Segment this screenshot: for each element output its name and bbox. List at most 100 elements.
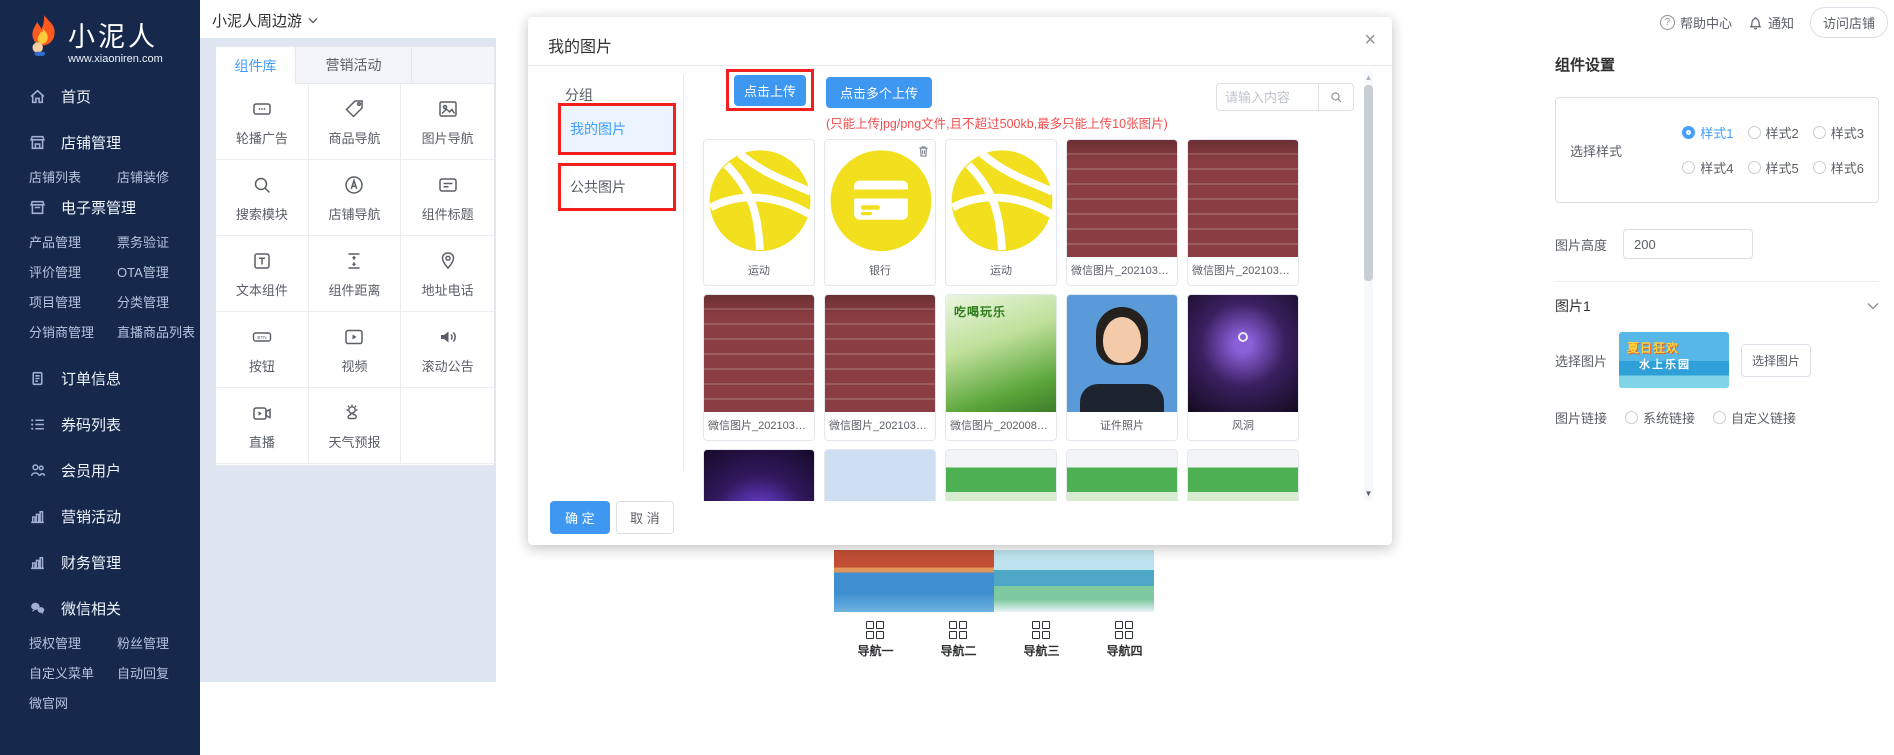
sidebar-subitem[interactable]: 分销商管理 bbox=[29, 322, 117, 341]
cancel-button[interactable]: 取 消 bbox=[616, 501, 674, 534]
delete-icon[interactable] bbox=[916, 144, 931, 159]
pick-image-button[interactable]: 选择图片 bbox=[1741, 343, 1812, 377]
radio-custom-link[interactable]: 自定义链接 bbox=[1713, 408, 1796, 427]
sidebar-subitem[interactable]: 票务验证 bbox=[117, 232, 200, 251]
sidebar-subitem[interactable]: 产品管理 bbox=[29, 232, 117, 251]
component-product-nav[interactable]: 商品导航 bbox=[308, 84, 402, 160]
multi-upload-button[interactable]: 点击多个上传 bbox=[826, 77, 933, 108]
radio-style-4[interactable]: 样式4 bbox=[1682, 158, 1734, 177]
image-thumb-light-show bbox=[704, 450, 814, 501]
tab-marketing-activity[interactable]: 营销活动 bbox=[296, 47, 412, 84]
image-card[interactable] bbox=[945, 449, 1057, 501]
radio-style-5[interactable]: 样式5 bbox=[1747, 158, 1799, 177]
group-item-my-images[interactable]: 我的图片 bbox=[558, 103, 676, 155]
sidebar-item-coupons[interactable]: 券码列表 bbox=[0, 409, 200, 439]
radio-style-2[interactable]: 样式2 bbox=[1747, 123, 1799, 142]
image-card[interactable]: 微信图片_2021030... bbox=[824, 294, 936, 441]
search-input[interactable] bbox=[1216, 83, 1318, 111]
chevron-down-icon[interactable] bbox=[1867, 302, 1879, 310]
image-card[interactable]: 吃喝玩乐 微信图片_2020082... bbox=[945, 294, 1057, 441]
sidebar-item-finance[interactable]: 财务管理 bbox=[0, 547, 200, 577]
image-card[interactable]: 风洞 bbox=[1187, 294, 1299, 441]
image-1-section-header[interactable]: 图片1 bbox=[1555, 296, 1879, 316]
component-video[interactable]: 视频 bbox=[308, 312, 402, 388]
sidebar-item-shop[interactable]: 店铺管理 bbox=[0, 127, 200, 157]
component-address-phone[interactable]: 地址电话 bbox=[401, 236, 494, 312]
sidebar-subitem[interactable]: 授权管理 bbox=[29, 633, 117, 652]
image-card[interactable]: 微信图片_2021030... bbox=[1187, 139, 1299, 286]
image-card[interactable]: 微信图片_2021030... bbox=[1066, 139, 1178, 286]
preview-photo-waterpark[interactable] bbox=[834, 550, 994, 612]
component-scrolling-notice[interactable]: 滚动公告 bbox=[401, 312, 494, 388]
sidebar-subitem[interactable]: OTA管理 bbox=[117, 262, 200, 281]
sidebar-item-marketing[interactable]: 营销活动 bbox=[0, 501, 200, 531]
component-shop-nav[interactable]: 店铺导航 bbox=[308, 160, 402, 236]
sidebar-item-orders[interactable]: 订单信息 bbox=[0, 363, 200, 393]
group-item-public-images[interactable]: 公共图片 bbox=[558, 163, 676, 211]
text-icon bbox=[250, 249, 274, 273]
image-card[interactable] bbox=[824, 449, 936, 501]
preview-nav-item-2[interactable]: 导航二 bbox=[940, 621, 977, 659]
component-text[interactable]: 文本组件 bbox=[216, 236, 309, 312]
sidebar-subitem[interactable]: 直播商品列表 bbox=[117, 322, 200, 341]
sidebar-item-wechat[interactable]: 微信相关 bbox=[0, 593, 200, 623]
sidebar-item-home[interactable]: 首页 bbox=[0, 81, 200, 111]
grid-placeholder-icon bbox=[866, 621, 885, 639]
sidebar-subitem[interactable]: 自动回复 bbox=[117, 663, 200, 682]
scroll-up-icon[interactable]: ▲ bbox=[1363, 73, 1374, 82]
visit-shop-button[interactable]: 访问店铺 bbox=[1809, 7, 1888, 38]
page-title-dropdown[interactable]: 小泥人周边游 bbox=[212, 10, 318, 31]
sidebar-subitem[interactable]: 微官网 bbox=[29, 693, 117, 712]
store-icon bbox=[29, 134, 46, 151]
component-button[interactable]: BTN 按钮 bbox=[216, 312, 309, 388]
image-card[interactable] bbox=[1066, 449, 1178, 501]
confirm-button[interactable]: 确 定 bbox=[550, 501, 610, 534]
poster-text: 吃喝玩乐 bbox=[954, 305, 1007, 319]
radio-style-1[interactable]: 样式1 bbox=[1682, 123, 1734, 142]
sidebar-subitem[interactable]: 店铺装修 bbox=[117, 167, 200, 186]
image-height-input[interactable] bbox=[1623, 229, 1754, 259]
image-card[interactable]: 银行 bbox=[824, 139, 936, 286]
sidebar-item-members[interactable]: 会员用户 bbox=[0, 455, 200, 485]
sidebar-subitem[interactable]: 店铺列表 bbox=[29, 167, 117, 186]
component-title[interactable]: 组件标题 bbox=[401, 160, 494, 236]
component-spacing[interactable]: 组件距离 bbox=[308, 236, 402, 312]
image-card[interactable]: 运动 bbox=[945, 139, 1057, 286]
image-card[interactable]: 运动 bbox=[703, 139, 815, 286]
upload-button[interactable]: 点击上传 bbox=[733, 74, 806, 106]
preview-nav-item-3[interactable]: 导航三 bbox=[1023, 621, 1060, 659]
sidebar-subitem[interactable]: 评价管理 bbox=[29, 262, 117, 281]
selected-image-thumbnail[interactable]: 夏日狂欢 水上乐园 bbox=[1619, 332, 1730, 388]
sidebar-subitem[interactable]: 粉丝管理 bbox=[117, 633, 200, 652]
sidebar-item-eticket[interactable]: 电子票管理 bbox=[0, 192, 200, 222]
image-card[interactable] bbox=[1187, 449, 1299, 501]
component-image-nav[interactable]: 图片导航 bbox=[401, 84, 494, 160]
preview-nav-item-1[interactable]: 导航一 bbox=[857, 621, 894, 659]
preview-photo-slides[interactable] bbox=[994, 550, 1154, 612]
image-card[interactable] bbox=[703, 449, 815, 501]
radio-system-link[interactable]: 系统链接 bbox=[1625, 408, 1695, 427]
speaker-icon bbox=[436, 325, 460, 349]
search-icon bbox=[250, 173, 274, 197]
notifications-link[interactable]: 通知 bbox=[1748, 13, 1794, 32]
sidebar-subitem[interactable]: 分类管理 bbox=[117, 292, 200, 311]
radio-style-6[interactable]: 样式6 bbox=[1812, 158, 1864, 177]
radio-dot bbox=[1812, 161, 1826, 174]
preview-nav-item-4[interactable]: 导航四 bbox=[1106, 621, 1143, 659]
image-card[interactable]: 证件照片 bbox=[1066, 294, 1178, 441]
tab-component-library[interactable]: 组件库 bbox=[216, 47, 296, 84]
help-center-link[interactable]: ? 帮助中心 bbox=[1659, 13, 1732, 32]
component-search-module[interactable]: 搜索模块 bbox=[216, 160, 309, 236]
radio-style-3[interactable]: 样式3 bbox=[1812, 123, 1864, 142]
component-carousel-ad[interactable]: 轮播广告 bbox=[216, 84, 309, 160]
search-button[interactable] bbox=[1318, 83, 1354, 111]
scrollbar-thumb[interactable] bbox=[1364, 85, 1373, 281]
close-icon[interactable]: × bbox=[1364, 29, 1376, 52]
sidebar-subitem[interactable]: 项目管理 bbox=[29, 292, 117, 311]
sidebar-subitem[interactable]: 自定义菜单 bbox=[29, 663, 117, 682]
component-live[interactable]: 直播 bbox=[216, 388, 309, 464]
image-card[interactable]: 微信图片_2021030... bbox=[703, 294, 815, 441]
scroll-down-icon[interactable]: ▼ bbox=[1363, 489, 1374, 498]
component-weather[interactable]: 天气预报 bbox=[308, 388, 402, 464]
brand-logo[interactable]: 小泥人 www.xiaoniren.com bbox=[0, 0, 200, 65]
